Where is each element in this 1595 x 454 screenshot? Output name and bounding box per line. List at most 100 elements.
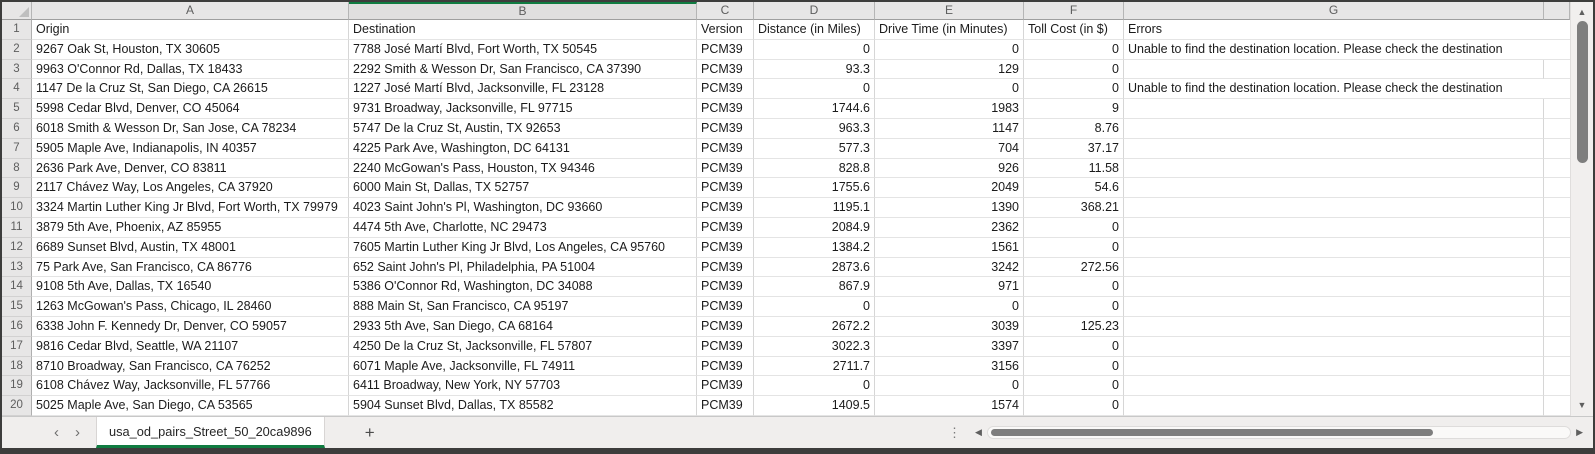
cell-F15[interactable]: 0 xyxy=(1024,297,1124,317)
cell-E17[interactable]: 3397 xyxy=(875,336,1024,357)
cell-E14[interactable]: 971 xyxy=(875,277,1024,298)
cell-H3[interactable] xyxy=(1544,60,1570,80)
cell-C15[interactable]: PCM39 xyxy=(697,297,754,317)
cell-C13[interactable]: PCM39 xyxy=(697,257,754,278)
cell-A9[interactable]: 2117 Chávez Way, Los Angeles, CA 37920 xyxy=(32,178,349,199)
column-header-A[interactable]: A xyxy=(32,2,349,20)
cell-A3[interactable]: 9963 O'Connor Rd, Dallas, TX 18433 xyxy=(32,59,349,80)
cell-F1[interactable]: Toll Cost (in $) xyxy=(1024,20,1124,40)
cell-C16[interactable]: PCM39 xyxy=(697,316,754,337)
vertical-scrollbar-thumb[interactable] xyxy=(1576,21,1588,163)
cell-A16[interactable]: 6338 John F. Kennedy Dr, Denver, CO 5905… xyxy=(32,316,349,337)
cell-D1[interactable]: Distance (in Miles) xyxy=(754,20,875,40)
cell-G1[interactable]: Errors xyxy=(1124,20,1544,40)
row-header-20[interactable]: 20 xyxy=(2,396,32,416)
cell-E5[interactable]: 1983 xyxy=(875,99,1024,119)
cell-C9[interactable]: PCM39 xyxy=(697,178,754,199)
cell-G3[interactable] xyxy=(1124,59,1544,80)
cell-C7[interactable]: PCM39 xyxy=(697,138,754,159)
cell-B5[interactable]: 9731 Broadway, Jacksonville, FL 97715 xyxy=(349,99,697,119)
cell-B2[interactable]: 7788 José Martí Blvd, Fort Worth, TX 505… xyxy=(349,39,697,60)
vertical-scrollbar[interactable]: ▲ ▼ xyxy=(1570,2,1593,416)
horizontal-scrollbar[interactable]: ◀ ▶ xyxy=(975,417,1593,448)
cell-G6[interactable] xyxy=(1124,118,1544,139)
cell-D13[interactable]: 2873.6 xyxy=(754,257,875,278)
cell-F7[interactable]: 37.17 xyxy=(1024,138,1124,159)
cell-E13[interactable]: 3242 xyxy=(875,257,1024,278)
cell-C14[interactable]: PCM39 xyxy=(697,277,754,298)
cell-H4[interactable] xyxy=(1544,79,1570,100)
cell-E11[interactable]: 2362 xyxy=(875,217,1024,238)
cell-C1[interactable]: Version xyxy=(697,20,754,40)
cell-D3[interactable]: 93.3 xyxy=(754,59,875,80)
cell-F3[interactable]: 0 xyxy=(1024,59,1124,80)
cell-G7[interactable] xyxy=(1124,138,1544,159)
cell-E2[interactable]: 0 xyxy=(875,39,1024,60)
cell-G19[interactable] xyxy=(1124,376,1544,397)
cell-A7[interactable]: 5905 Maple Ave, Indianapolis, IN 40357 xyxy=(32,138,349,159)
select-all-button[interactable] xyxy=(2,2,32,20)
cell-D11[interactable]: 2084.9 xyxy=(754,217,875,238)
cell-E4[interactable]: 0 xyxy=(875,79,1024,100)
cell-E1[interactable]: Drive Time (in Minutes) xyxy=(875,20,1024,40)
cell-B7[interactable]: 4225 Park Ave, Washington, DC 64131 xyxy=(349,138,697,159)
cell-D10[interactable]: 1195.1 xyxy=(754,198,875,218)
cell-A2[interactable]: 9267 Oak St, Houston, TX 30605 xyxy=(32,39,349,60)
next-sheet-icon[interactable]: › xyxy=(75,425,80,440)
scroll-up-icon[interactable]: ▲ xyxy=(1578,7,1587,17)
cell-H14[interactable] xyxy=(1544,277,1570,298)
cell-C6[interactable]: PCM39 xyxy=(697,118,754,139)
cell-D16[interactable]: 2672.2 xyxy=(754,316,875,337)
cell-C11[interactable]: PCM39 xyxy=(697,217,754,238)
row-header-10[interactable]: 10 xyxy=(2,198,32,218)
cell-G15[interactable] xyxy=(1124,297,1544,317)
cell-F5[interactable]: 9 xyxy=(1024,99,1124,119)
cell-A14[interactable]: 9108 5th Ave, Dallas, TX 16540 xyxy=(32,277,349,298)
cell-E8[interactable]: 926 xyxy=(875,158,1024,179)
cell-F4[interactable]: 0 xyxy=(1024,79,1124,100)
cell-C4[interactable]: PCM39 xyxy=(697,79,754,100)
cell-B6[interactable]: 5747 De la Cruz St, Austin, TX 92653 xyxy=(349,118,697,139)
cell-E16[interactable]: 3039 xyxy=(875,316,1024,337)
cell-H5[interactable] xyxy=(1544,99,1570,119)
cell-A12[interactable]: 6689 Sunset Blvd, Austin, TX 48001 xyxy=(32,237,349,258)
cell-H13[interactable] xyxy=(1544,258,1570,278)
cell-A1[interactable]: Origin xyxy=(32,20,349,40)
horizontal-scrollbar-track[interactable] xyxy=(986,426,1572,439)
cell-A5[interactable]: 5998 Cedar Blvd, Denver, CO 45064 xyxy=(32,99,349,119)
cell-E12[interactable]: 1561 xyxy=(875,237,1024,258)
cell-G17[interactable] xyxy=(1124,336,1544,357)
cell-E15[interactable]: 0 xyxy=(875,297,1024,317)
cell-B20[interactable]: 5904 Sunset Blvd, Dallas, TX 85582 xyxy=(349,396,697,416)
column-header-G[interactable]: G xyxy=(1124,2,1544,20)
cell-C2[interactable]: PCM39 xyxy=(697,39,754,60)
cell-B19[interactable]: 6411 Broadway, New York, NY 57703 xyxy=(349,376,697,397)
cell-H17[interactable] xyxy=(1544,337,1570,357)
cell-B10[interactable]: 4023 Saint John's Pl, Washington, DC 936… xyxy=(349,198,697,218)
row-header-15[interactable]: 15 xyxy=(2,297,32,317)
cell-G5[interactable] xyxy=(1124,99,1544,119)
cell-G20[interactable] xyxy=(1124,396,1544,416)
cell-F17[interactable]: 0 xyxy=(1024,336,1124,357)
row-header-2[interactable]: 2 xyxy=(2,39,32,60)
row-header-3[interactable]: 3 xyxy=(2,59,32,80)
row-header-9[interactable]: 9 xyxy=(2,178,32,199)
row-header-7[interactable]: 7 xyxy=(2,138,32,159)
cell-H1[interactable] xyxy=(1544,20,1570,40)
cell-D14[interactable]: 867.9 xyxy=(754,277,875,298)
row-header-12[interactable]: 12 xyxy=(2,237,32,258)
cell-G2[interactable]: Unable to find the destination location.… xyxy=(1124,40,1544,60)
cell-D7[interactable]: 577.3 xyxy=(754,138,875,159)
row-header-4[interactable]: 4 xyxy=(2,79,32,100)
cell-B1[interactable]: Destination xyxy=(349,20,697,40)
cell-A13[interactable]: 75 Park Ave, San Francisco, CA 86776 xyxy=(32,257,349,278)
column-header-C[interactable]: C xyxy=(697,2,754,20)
cell-A4[interactable]: 1147 De la Cruz St, San Diego, CA 26615 xyxy=(32,79,349,100)
cell-D18[interactable]: 2711.7 xyxy=(754,356,875,377)
cell-G4[interactable]: Unable to find the destination location.… xyxy=(1124,79,1544,100)
cell-E9[interactable]: 2049 xyxy=(875,178,1024,199)
cell-E6[interactable]: 1147 xyxy=(875,118,1024,139)
cell-A11[interactable]: 3879 5th Ave, Phoenix, AZ 85955 xyxy=(32,217,349,238)
column-header-E[interactable]: E xyxy=(875,2,1024,20)
cell-F13[interactable]: 272.56 xyxy=(1024,257,1124,278)
